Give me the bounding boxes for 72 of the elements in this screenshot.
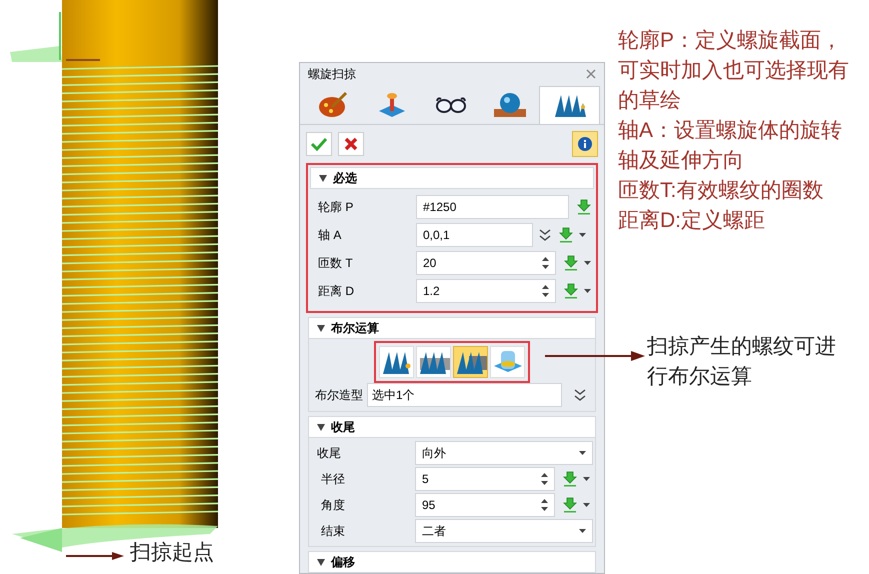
boolean-option[interactable] [379, 346, 414, 378]
spinner-arrows-icon[interactable] [541, 472, 548, 486]
field-label: 结束 [320, 523, 346, 540]
caret-icon[interactable] [579, 233, 586, 237]
triangle-icon[interactable] [319, 174, 327, 182]
input-field[interactable]: 95 [415, 493, 555, 517]
input-field[interactable]: 20 [416, 251, 556, 275]
boolean-option[interactable] [416, 346, 451, 378]
field-label: 角度 [320, 497, 346, 514]
double-chevron-icon[interactable] [539, 228, 551, 242]
confirm-button[interactable] [306, 132, 332, 156]
spinner-arrows-icon[interactable] [541, 498, 548, 512]
sphere-on-plate-icon [492, 91, 527, 119]
close-icon[interactable] [586, 69, 596, 79]
dialog-title: 螺旋扫掠 [308, 66, 356, 83]
section-header[interactable]: 收尾 [308, 416, 596, 438]
cancel-button[interactable] [338, 132, 364, 156]
glasses-icon [434, 95, 467, 115]
input-field[interactable]: 5 [415, 467, 555, 491]
download-arrow-icon[interactable] [564, 283, 578, 299]
boolean-option[interactable] [453, 346, 488, 378]
close-icon [344, 137, 358, 151]
field-label: 收尾 [317, 445, 342, 462]
triangle-icon[interactable] [317, 558, 325, 566]
caret-icon[interactable] [579, 451, 586, 455]
spinner-arrows-icon[interactable] [542, 284, 549, 298]
caret-icon[interactable] [583, 503, 590, 507]
input-field[interactable]: 0,0,1 [416, 223, 533, 247]
caret-icon[interactable] [584, 289, 591, 293]
download-arrow-icon[interactable] [563, 471, 577, 487]
field-label: 半径 [320, 471, 346, 488]
section-title: 必选 [333, 170, 357, 187]
boolean-option[interactable] [490, 346, 525, 378]
download-arrow-icon[interactable] [559, 227, 573, 243]
caret-icon[interactable] [583, 477, 590, 481]
section-header[interactable]: 必选 [310, 167, 594, 189]
caret-icon[interactable] [584, 261, 591, 265]
section-header[interactable]: 布尔运算 [308, 317, 596, 339]
info-icon [577, 136, 593, 152]
field-label: 距离 D [318, 283, 355, 300]
annotation-text: 轮廓P：定义螺旋截面，可实时加入也可选择现有的草绘 [618, 28, 850, 114]
dropdown-field[interactable]: 二者 [415, 519, 593, 543]
annotation-text: 扫掠产生的螺纹可进行布尔运算 [647, 334, 837, 390]
spinner-arrows-icon[interactable] [542, 256, 549, 270]
double-chevron-icon[interactable] [574, 388, 586, 402]
input-field[interactable]: #1250 [416, 195, 569, 219]
palette-icon [318, 91, 348, 119]
input-field[interactable]: 选中1个 [367, 383, 562, 407]
download-arrow-icon[interactable] [563, 497, 577, 513]
dropdown-field[interactable]: 向外 [415, 441, 593, 465]
section-header[interactable]: 偏移 [308, 551, 596, 573]
checkmark-icon [311, 137, 327, 151]
triangle-icon[interactable] [317, 324, 325, 332]
triangle-icon[interactable] [317, 424, 325, 430]
annotation-text: 距离D:定义螺距 [618, 208, 766, 234]
annotation-text: 轴A：设置螺旋体的旋转轴及延伸方向 [618, 118, 844, 174]
input-field[interactable]: 1.2 [416, 279, 556, 303]
section-title: 布尔运算 [331, 320, 379, 337]
section-title: 收尾 [331, 419, 355, 436]
section-title: 偏移 [331, 554, 355, 571]
leader-arrow [66, 551, 124, 561]
field-label: 布尔造型 [315, 387, 363, 404]
field-label: 匝数 T [318, 255, 354, 272]
joystick-icon [377, 91, 408, 119]
annotation-text: 扫掠起点 [130, 542, 214, 563]
download-arrow-icon[interactable] [577, 199, 591, 215]
info-button[interactable] [572, 131, 598, 157]
download-arrow-icon[interactable] [564, 255, 578, 271]
annotation-text: 匝数T:有效螺纹的圈数 [618, 178, 824, 204]
field-label: 轮廓 P [318, 199, 354, 216]
caret-icon[interactable] [579, 529, 586, 533]
field-label: 轴 A [318, 227, 342, 244]
